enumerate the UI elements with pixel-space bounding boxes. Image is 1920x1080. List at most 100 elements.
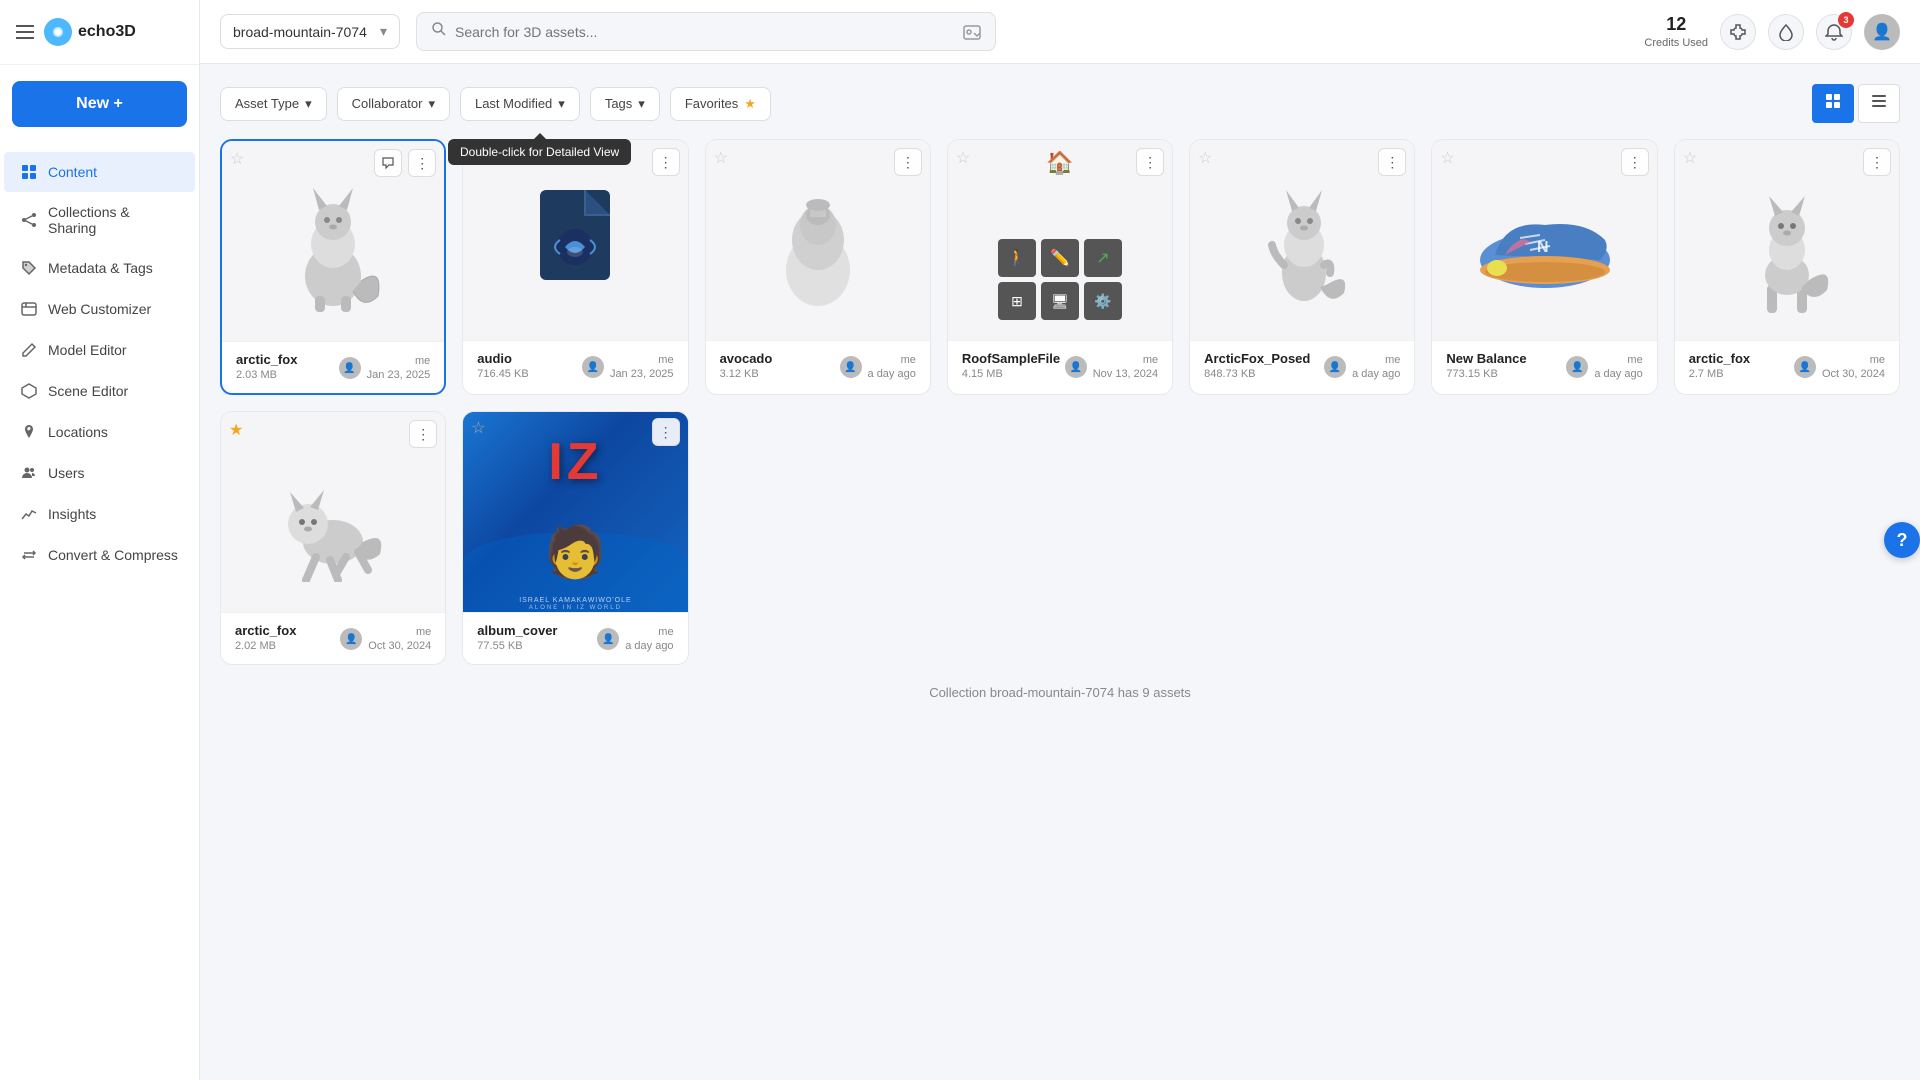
notification-icon-button[interactable]: 3: [1816, 14, 1852, 50]
grid-icon-btn: ⊞: [998, 282, 1036, 320]
user-avatar[interactable]: 👤: [1864, 14, 1900, 50]
content-area: Asset Type ▾ Collaborator ▾ Last Modifie…: [200, 64, 1920, 1080]
scene-icon: [20, 382, 38, 400]
fox-standing-svg: [1737, 160, 1837, 320]
sidebar-item-locations[interactable]: Locations: [4, 412, 195, 452]
sidebar-item-model-editor[interactable]: Model Editor: [4, 330, 195, 370]
logo-icon: [44, 18, 72, 46]
help-button[interactable]: ?: [1884, 522, 1920, 558]
sidebar-item-users[interactable]: Users: [4, 453, 195, 493]
card-actions-1: ⋮: [374, 149, 436, 177]
search-input[interactable]: [455, 24, 955, 40]
card-avatar-3: 👤: [840, 356, 862, 378]
more-btn-7[interactable]: ⋮: [1863, 148, 1891, 176]
asset-card-8[interactable]: ★ ⋮ arctic_fox 2.02 MB 👤 me: [220, 411, 446, 665]
asset-card-2[interactable]: ☆ ⋮ audio 716.45 KB 👤 me: [462, 139, 688, 395]
card-user-5: me: [1385, 354, 1400, 366]
sidebar-item-metadata[interactable]: Metadata & Tags: [4, 248, 195, 288]
card-avatar-8: 👤: [340, 628, 362, 650]
main-area: broad-mountain-7074 ▾ 12 Credits Used: [200, 0, 1920, 1080]
asset-card-1[interactable]: ☆ ⋮ arctic_fox 2.03 MB: [220, 139, 446, 395]
asset-grid: ☆ ⋮ arctic_fox 2.03 MB: [220, 139, 1900, 665]
card-name-9: album_cover: [477, 623, 557, 638]
sidebar-item-content[interactable]: Content: [4, 152, 195, 192]
avocado-svg: [768, 170, 868, 310]
asset-card-3[interactable]: ☆ ⋮ avocado 3.12 KB 👤 me: [705, 139, 931, 395]
card-user-6: me: [1627, 354, 1642, 366]
collaborator-filter[interactable]: Collaborator ▾: [337, 87, 450, 121]
star-btn-4[interactable]: ☆: [956, 148, 970, 168]
arrow-icon: ↗: [1084, 239, 1122, 277]
favorites-filter[interactable]: Favorites ★: [670, 87, 771, 121]
card-avatar-7: 👤: [1794, 356, 1816, 378]
star-btn-8[interactable]: ★: [229, 420, 243, 440]
sidebar-item-convert[interactable]: Convert & Compress: [4, 535, 195, 575]
person-icon: 🚶: [998, 239, 1036, 277]
more-btn-5[interactable]: ⋮: [1378, 148, 1406, 176]
asset-card-7[interactable]: ☆ ⋮ arctic_fox 2.7 MB 👤 me: [1674, 139, 1900, 395]
asset-card-5[interactable]: ☆ ⋮ ArcticFox_Posed 848.73 KB 👤 me: [1189, 139, 1415, 395]
header-actions: 12 Credits Used 3 👤: [1644, 13, 1900, 51]
credits-used-display: 12 Credits Used: [1644, 13, 1708, 51]
more-btn-8[interactable]: ⋮: [409, 420, 437, 448]
new-button[interactable]: New +: [12, 81, 187, 127]
last-modified-filter[interactable]: Last Modified ▾: [460, 87, 580, 121]
asset-card-6[interactable]: N ☆ ⋮: [1431, 139, 1657, 395]
image-search-icon[interactable]: [963, 23, 981, 41]
sidebar-item-collections[interactable]: Collections & Sharing: [4, 193, 195, 247]
toolbar: Asset Type ▾ Collaborator ▾ Last Modifie…: [220, 84, 1900, 123]
workspace-selector[interactable]: broad-mountain-7074 ▾: [220, 14, 400, 49]
card-thumb-6: N ☆ ⋮: [1432, 140, 1656, 340]
asset-card-4[interactable]: 🏠 🚶 ✏️ ↗ ⊞ 🖥 ⚙️ ☆: [947, 139, 1173, 395]
sidebar-item-web-customizer[interactable]: Web Customizer: [4, 289, 195, 329]
view-toggle: [1812, 84, 1900, 123]
card-date-8: Oct 30, 2024: [368, 640, 431, 652]
fox-sitting-svg: [273, 166, 393, 316]
card-thumb-2: ☆ ⋮: [463, 140, 687, 340]
pin-icon: [20, 423, 38, 441]
workspace-name: broad-mountain-7074: [233, 24, 367, 40]
more-btn-4[interactable]: ⋮: [1136, 148, 1164, 176]
card-size-7: 2.7 MB: [1689, 368, 1750, 380]
more-btn-1[interactable]: ⋮: [408, 149, 436, 177]
grid-view-button[interactable]: [1812, 84, 1854, 123]
water-drop-icon-button[interactable]: [1768, 14, 1804, 50]
card-name-1: arctic_fox: [236, 352, 297, 367]
card-name-8: arctic_fox: [235, 623, 296, 638]
star-btn-3[interactable]: ☆: [714, 148, 728, 168]
list-view-button[interactable]: [1858, 84, 1900, 123]
star-btn-1[interactable]: ☆: [230, 149, 244, 169]
star-btn-7[interactable]: ☆: [1683, 148, 1697, 168]
star-btn-6[interactable]: ☆: [1440, 148, 1454, 168]
hamburger-menu[interactable]: [16, 25, 34, 39]
card-size-1: 2.03 MB: [236, 369, 297, 381]
roof-buttons: 🚶 ✏️ ↗ ⊞ 🖥 ⚙️: [998, 239, 1122, 320]
puzzle-icon-button[interactable]: [1720, 14, 1756, 50]
card-user-4: me: [1143, 354, 1158, 366]
sidebar-item-scene-editor[interactable]: Scene Editor: [4, 371, 195, 411]
card-info-9: album_cover 77.55 KB 👤 me a day ago: [463, 612, 687, 664]
asset-card-9[interactable]: 🧑 IZ ISRAEL KAMAKAWIWO'OLE ALONE IN IZ W…: [462, 411, 688, 665]
comment-btn-1[interactable]: [374, 149, 402, 177]
card-name-3: avocado: [720, 351, 773, 366]
card-info-4: RoofSampleFile 4.15 MB 👤 me Nov 13, 2024: [948, 340, 1172, 392]
sidebar-item-model-editor-label: Model Editor: [48, 342, 127, 358]
star-btn-5[interactable]: ☆: [1198, 148, 1212, 168]
star-btn-2[interactable]: ☆: [471, 148, 485, 168]
more-btn-3[interactable]: ⋮: [894, 148, 922, 176]
users-icon: [20, 464, 38, 482]
search-bar: [416, 12, 996, 51]
more-btn-9[interactable]: ⋮: [652, 418, 680, 446]
asset-type-filter[interactable]: Asset Type ▾: [220, 87, 327, 121]
card-info-2: audio 716.45 KB 👤 me Jan 23, 2025: [463, 340, 687, 392]
tags-filter[interactable]: Tags ▾: [590, 87, 660, 121]
collaborator-chevron: ▾: [428, 96, 435, 112]
star-btn-9[interactable]: ☆: [471, 418, 485, 438]
more-btn-2[interactable]: ⋮: [652, 148, 680, 176]
card-user-8: me: [416, 626, 431, 638]
card-date-4: Nov 13, 2024: [1093, 368, 1158, 380]
more-btn-6[interactable]: ⋮: [1621, 148, 1649, 176]
sidebar-item-insights[interactable]: Insights: [4, 494, 195, 534]
card-user-9: me: [658, 626, 673, 638]
workspace-dropdown-icon: ▾: [380, 23, 387, 40]
